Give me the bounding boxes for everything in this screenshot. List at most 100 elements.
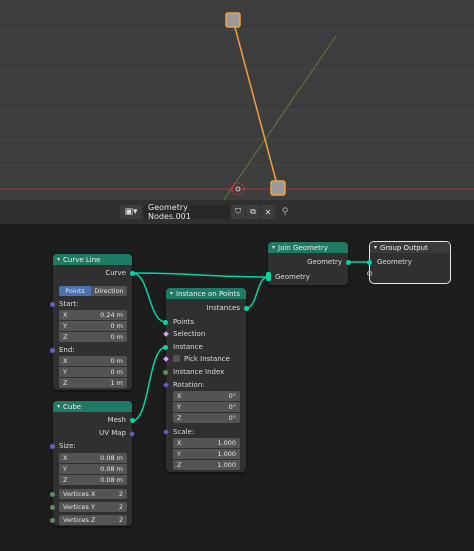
instance-socket[interactable]: [163, 345, 168, 350]
mode-direction-toggle[interactable]: Direction: [91, 286, 127, 296]
value: 0°: [228, 414, 236, 422]
output-instances-socket[interactable]: [244, 306, 249, 311]
scale-x-field[interactable]: X 1.000: [173, 438, 240, 448]
axis-label: Y: [177, 403, 181, 411]
group-output-header[interactable]: ▾ Group Output: [370, 242, 450, 253]
output-uvmap-label: UV Map: [99, 429, 126, 437]
node-tree-name-field[interactable]: Geometry Nodes.001: [143, 203, 230, 221]
input-geometry-socket[interactable]: [266, 272, 271, 281]
start-x-field[interactable]: X 0.24 m: [59, 310, 127, 320]
vertices-z-socket[interactable]: [50, 518, 55, 523]
fake-user-button[interactable]: ⛉: [231, 205, 245, 219]
rotation-x-field[interactable]: X 0°: [173, 391, 240, 401]
size-socket[interactable]: [50, 444, 55, 449]
end-point-handle[interactable]: [225, 12, 241, 28]
points-label: Points: [173, 318, 195, 326]
mode-points-toggle[interactable]: Points: [59, 286, 91, 296]
collapse-chevron-icon[interactable]: ▾: [57, 403, 60, 410]
vertices-y-socket[interactable]: [50, 505, 55, 510]
node-title: Instance on Points: [176, 289, 240, 298]
collapse-chevron-icon[interactable]: ▾: [374, 244, 377, 251]
points-socket[interactable]: [163, 320, 168, 325]
vertices-x-socket[interactable]: [50, 492, 55, 497]
rotation-label: Rotation:: [173, 381, 205, 389]
node-title: Group Output: [380, 243, 428, 252]
axis-label: Z: [63, 333, 68, 341]
cube-header[interactable]: ▾ Cube: [53, 401, 132, 412]
output-mesh-socket[interactable]: [130, 418, 135, 423]
join-geometry-header[interactable]: ▾ Join Geometry: [268, 242, 348, 253]
output-curve-socket[interactable]: [130, 271, 135, 276]
size-z-field[interactable]: Z 0.08 m: [59, 475, 127, 485]
size-label: Size:: [59, 442, 76, 450]
group-output-node[interactable]: ▾ Group Output Geometry: [367, 242, 450, 283]
scale-y-field[interactable]: Y 1.000: [173, 449, 240, 459]
value: 1 m: [110, 379, 123, 387]
value: 2: [118, 516, 123, 524]
field-label: Vertices Y: [63, 503, 95, 511]
size-y-field[interactable]: Y 0.08 m: [59, 464, 127, 474]
copy-icon: ⧉: [250, 207, 256, 216]
join-geometry-node[interactable]: ▾ Join Geometry Geometry Geometry: [266, 242, 351, 285]
value: 0.24 m: [100, 311, 123, 319]
end-socket[interactable]: [50, 348, 55, 353]
duplicate-tree-button[interactable]: ⧉: [246, 205, 260, 219]
cube-node[interactable]: ▾ Cube Mesh UV Map Size: X 0.08 m Y 0.08 m …: [50, 401, 135, 526]
collapse-chevron-icon[interactable]: ▾: [57, 256, 60, 263]
pin-icon: ⚲: [281, 207, 289, 217]
link-mesh-to-instance: [131, 346, 167, 422]
curve-line-node[interactable]: ▾ Curve Line Curve Points Direction Start…: [50, 254, 135, 390]
end-x-field[interactable]: X 0 m: [59, 356, 127, 366]
value: 0.08 m: [100, 454, 123, 462]
axis-label: Z: [63, 476, 68, 484]
axis-label: X: [177, 439, 182, 447]
pin-button[interactable]: ⚲: [279, 205, 291, 219]
output-geometry-socket[interactable]: [346, 260, 351, 265]
output-geometry-input-socket[interactable]: [367, 260, 372, 265]
collapse-chevron-icon[interactable]: ▾: [170, 290, 173, 297]
empty-socket[interactable]: [367, 271, 372, 276]
output-curve-label: Curve: [105, 269, 126, 277]
axis-label: Z: [177, 414, 182, 422]
field-label: Vertices Z: [63, 516, 96, 524]
start-y-field[interactable]: Y 0 m: [59, 321, 127, 331]
node-editor-canvas[interactable]: ▾ Curve Line Curve Points Direction Start…: [0, 224, 474, 551]
input-geometry-label: Geometry: [377, 258, 412, 266]
start-point-handle[interactable]: [270, 180, 286, 196]
link-curve-to-points: [131, 272, 167, 323]
value: 2: [118, 503, 123, 511]
instance-index-socket[interactable]: [163, 370, 168, 375]
output-mesh-label: Mesh: [107, 416, 126, 424]
axis-label: Y: [177, 450, 181, 458]
editor-type-button[interactable]: ▣▾: [120, 205, 142, 219]
axis-label: X: [63, 357, 68, 365]
start-z-field[interactable]: Z 0 m: [59, 332, 127, 342]
axis-label: Y: [63, 322, 67, 330]
collapse-chevron-icon[interactable]: ▾: [272, 244, 275, 251]
axis-label: Z: [177, 461, 182, 469]
node-title: Curve Line: [63, 255, 101, 264]
unlink-tree-button[interactable]: ✕: [261, 205, 275, 219]
pick-instance-checkbox[interactable]: [173, 355, 180, 362]
size-x-field[interactable]: X 0.08 m: [59, 453, 127, 463]
end-y-field[interactable]: Y 0 m: [59, 367, 127, 377]
output-geometry-label: Geometry: [307, 258, 342, 266]
viewport-grid: [0, 29, 474, 166]
scale-label: Scale:: [173, 428, 195, 436]
value: 0 m: [110, 368, 123, 376]
close-icon: ✕: [264, 207, 272, 217]
curve-line-header[interactable]: ▾ Curve Line: [53, 254, 132, 265]
value: 0°: [228, 392, 236, 400]
rotation-z-field[interactable]: Z 0°: [173, 413, 240, 423]
scale-z-field[interactable]: Z 1.000: [173, 460, 240, 470]
instance-on-points-header[interactable]: ▾ Instance on Points: [166, 288, 246, 299]
vertices-z-field[interactable]: Vertices Z 2: [59, 515, 127, 525]
start-socket[interactable]: [50, 302, 55, 307]
end-z-field[interactable]: Z 1 m: [59, 378, 127, 388]
3d-viewport[interactable]: [0, 0, 474, 200]
rotation-y-field[interactable]: Y 0°: [173, 402, 240, 412]
vertices-y-field[interactable]: Vertices Y 2: [59, 502, 127, 512]
output-instances-label: Instances: [206, 304, 240, 312]
instance-on-points-node[interactable]: ▾ Instance on Points Instances Points Sel…: [163, 288, 249, 472]
vertices-x-field[interactable]: Vertices X 2: [59, 489, 127, 499]
